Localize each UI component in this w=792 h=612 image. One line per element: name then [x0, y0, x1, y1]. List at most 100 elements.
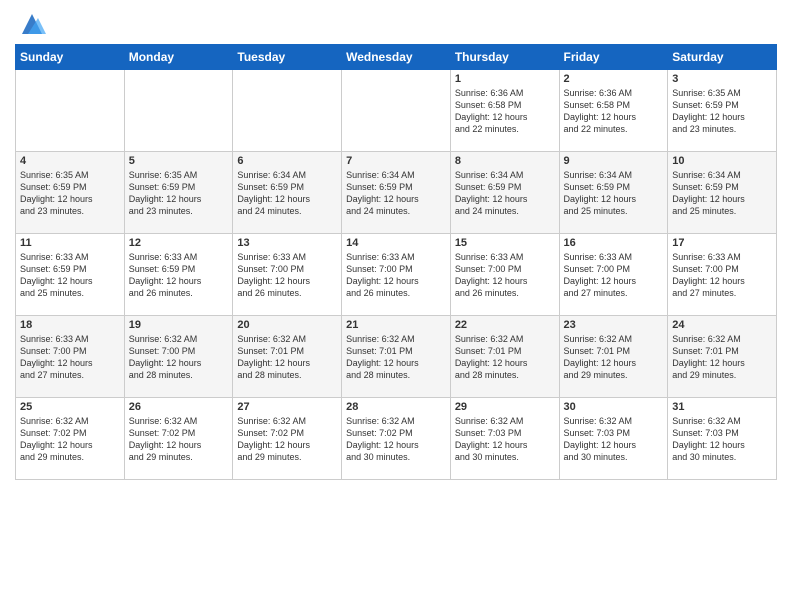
cell-content: Sunrise: 6:34 AM Sunset: 6:59 PM Dayligh… [237, 169, 337, 218]
day-cell: 6 Sunrise: 6:34 AM Sunset: 6:59 PM Daylig… [233, 152, 342, 234]
day-number: 3 [672, 73, 772, 85]
day-cell [342, 70, 451, 152]
col-header-tuesday: Tuesday [233, 45, 342, 70]
day-cell [124, 70, 233, 152]
cell-content: Sunrise: 6:32 AM Sunset: 7:01 PM Dayligh… [346, 333, 446, 382]
col-header-monday: Monday [124, 45, 233, 70]
day-cell: 1 Sunrise: 6:36 AM Sunset: 6:58 PM Daylig… [450, 70, 559, 152]
day-cell: 3 Sunrise: 6:35 AM Sunset: 6:59 PM Daylig… [668, 70, 777, 152]
col-header-wednesday: Wednesday [342, 45, 451, 70]
col-header-sunday: Sunday [16, 45, 125, 70]
day-number: 13 [237, 237, 337, 249]
day-cell: 30 Sunrise: 6:32 AM Sunset: 7:03 PM Dayli… [559, 398, 668, 480]
day-cell: 29 Sunrise: 6:32 AM Sunset: 7:03 PM Dayli… [450, 398, 559, 480]
cell-content: Sunrise: 6:32 AM Sunset: 7:00 PM Dayligh… [129, 333, 229, 382]
day-number: 12 [129, 237, 229, 249]
day-number: 14 [346, 237, 446, 249]
day-cell: 26Sunrise: 6:32 AM Sunset: 7:02 PM Dayli… [124, 398, 233, 480]
day-number: 18 [20, 319, 120, 331]
day-number: 22 [455, 319, 555, 331]
cell-content: Sunrise: 6:36 AM Sunset: 6:58 PM Dayligh… [455, 87, 555, 136]
day-number: 20 [237, 319, 337, 331]
day-number: 29 [455, 401, 555, 413]
day-cell: 7 Sunrise: 6:34 AM Sunset: 6:59 PM Daylig… [342, 152, 451, 234]
day-number: 2 [564, 73, 664, 85]
day-cell: 27Sunrise: 6:32 AM Sunset: 7:02 PM Dayli… [233, 398, 342, 480]
cell-content: Sunrise: 6:32 AM Sunset: 7:03 PM Dayligh… [672, 415, 772, 464]
day-cell: 17Sunrise: 6:33 AM Sunset: 7:00 PM Dayli… [668, 234, 777, 316]
cell-content: Sunrise: 6:35 AM Sunset: 6:59 PM Dayligh… [129, 169, 229, 218]
day-number: 23 [564, 319, 664, 331]
cell-content: Sunrise: 6:33 AM Sunset: 7:00 PM Dayligh… [237, 251, 337, 300]
cell-content: Sunrise: 6:32 AM Sunset: 7:02 PM Dayligh… [129, 415, 229, 464]
day-cell: 20 Sunrise: 6:32 AM Sunset: 7:01 PM Dayli… [233, 316, 342, 398]
day-cell: 8 Sunrise: 6:34 AM Sunset: 6:59 PM Daylig… [450, 152, 559, 234]
day-cell: 31 Sunrise: 6:32 AM Sunset: 7:03 PM Dayli… [668, 398, 777, 480]
cell-content: Sunrise: 6:33 AM Sunset: 7:00 PM Dayligh… [455, 251, 555, 300]
cell-content: Sunrise: 6:33 AM Sunset: 7:00 PM Dayligh… [564, 251, 664, 300]
day-cell: 16 Sunrise: 6:33 AM Sunset: 7:00 PM Dayli… [559, 234, 668, 316]
col-header-friday: Friday [559, 45, 668, 70]
cell-content: Sunrise: 6:34 AM Sunset: 6:59 PM Dayligh… [455, 169, 555, 218]
cell-content: Sunrise: 6:35 AM Sunset: 6:59 PM Dayligh… [672, 87, 772, 136]
day-number: 17 [672, 237, 772, 249]
day-number: 6 [237, 155, 337, 167]
day-number: 31 [672, 401, 772, 413]
calendar-table: SundayMondayTuesdayWednesdayThursdayFrid… [15, 44, 777, 480]
cell-content: Sunrise: 6:33 AM Sunset: 6:59 PM Dayligh… [129, 251, 229, 300]
day-number: 1 [455, 73, 555, 85]
cell-content: Sunrise: 6:36 AM Sunset: 6:58 PM Dayligh… [564, 87, 664, 136]
day-cell: 21Sunrise: 6:32 AM Sunset: 7:01 PM Dayli… [342, 316, 451, 398]
day-number: 19 [129, 319, 229, 331]
day-cell: 5 Sunrise: 6:35 AM Sunset: 6:59 PM Daylig… [124, 152, 233, 234]
week-row-3: 18 Sunrise: 6:33 AM Sunset: 7:00 PM Dayli… [16, 316, 777, 398]
logo [15, 10, 46, 38]
day-cell: 10 Sunrise: 6:34 AM Sunset: 6:59 PM Dayli… [668, 152, 777, 234]
day-number: 16 [564, 237, 664, 249]
day-cell [16, 70, 125, 152]
day-cell: 15 Sunrise: 6:33 AM Sunset: 7:00 PM Dayli… [450, 234, 559, 316]
col-header-saturday: Saturday [668, 45, 777, 70]
cell-content: Sunrise: 6:32 AM Sunset: 7:02 PM Dayligh… [346, 415, 446, 464]
day-cell: 4Sunrise: 6:35 AM Sunset: 6:59 PM Daylig… [16, 152, 125, 234]
day-number: 30 [564, 401, 664, 413]
cell-content: Sunrise: 6:34 AM Sunset: 6:59 PM Dayligh… [672, 169, 772, 218]
day-cell: 13 Sunrise: 6:33 AM Sunset: 7:00 PM Dayli… [233, 234, 342, 316]
cell-content: Sunrise: 6:32 AM Sunset: 7:03 PM Dayligh… [455, 415, 555, 464]
day-cell: 2 Sunrise: 6:36 AM Sunset: 6:58 PM Daylig… [559, 70, 668, 152]
calendar-header-row: SundayMondayTuesdayWednesdayThursdayFrid… [16, 45, 777, 70]
logo-icon [18, 10, 46, 38]
day-number: 9 [564, 155, 664, 167]
day-cell: 28 Sunrise: 6:32 AM Sunset: 7:02 PM Dayli… [342, 398, 451, 480]
cell-content: Sunrise: 6:32 AM Sunset: 7:03 PM Dayligh… [564, 415, 664, 464]
day-cell: 19 Sunrise: 6:32 AM Sunset: 7:00 PM Dayli… [124, 316, 233, 398]
day-cell: 25Sunrise: 6:32 AM Sunset: 7:02 PM Dayli… [16, 398, 125, 480]
cell-content: Sunrise: 6:33 AM Sunset: 7:00 PM Dayligh… [20, 333, 120, 382]
col-header-thursday: Thursday [450, 45, 559, 70]
cell-content: Sunrise: 6:32 AM Sunset: 7:01 PM Dayligh… [237, 333, 337, 382]
day-number: 10 [672, 155, 772, 167]
day-number: 7 [346, 155, 446, 167]
day-number: 25 [20, 401, 120, 413]
day-number: 8 [455, 155, 555, 167]
day-number: 11 [20, 237, 120, 249]
cell-content: Sunrise: 6:32 AM Sunset: 7:01 PM Dayligh… [672, 333, 772, 382]
day-cell: 23 Sunrise: 6:32 AM Sunset: 7:01 PM Dayli… [559, 316, 668, 398]
day-number: 15 [455, 237, 555, 249]
cell-content: Sunrise: 6:32 AM Sunset: 7:01 PM Dayligh… [564, 333, 664, 382]
day-number: 24 [672, 319, 772, 331]
cell-content: Sunrise: 6:32 AM Sunset: 7:01 PM Dayligh… [455, 333, 555, 382]
day-number: 4 [20, 155, 120, 167]
day-cell: 18 Sunrise: 6:33 AM Sunset: 7:00 PM Dayli… [16, 316, 125, 398]
cell-content: Sunrise: 6:34 AM Sunset: 6:59 PM Dayligh… [346, 169, 446, 218]
day-number: 28 [346, 401, 446, 413]
day-cell: 22 Sunrise: 6:32 AM Sunset: 7:01 PM Dayli… [450, 316, 559, 398]
week-row-0: 1 Sunrise: 6:36 AM Sunset: 6:58 PM Daylig… [16, 70, 777, 152]
day-cell [233, 70, 342, 152]
day-cell: 24 Sunrise: 6:32 AM Sunset: 7:01 PM Dayli… [668, 316, 777, 398]
cell-content: Sunrise: 6:34 AM Sunset: 6:59 PM Dayligh… [564, 169, 664, 218]
week-row-1: 4 Sunrise: 6:35 AM Sunset: 6:59 PM Daylig… [16, 152, 777, 234]
day-number: 5 [129, 155, 229, 167]
week-row-4: 25 Sunrise: 6:32 AM Sunset: 7:02 PM Dayli… [16, 398, 777, 480]
page: SundayMondayTuesdayWednesdayThursdayFrid… [0, 0, 792, 612]
